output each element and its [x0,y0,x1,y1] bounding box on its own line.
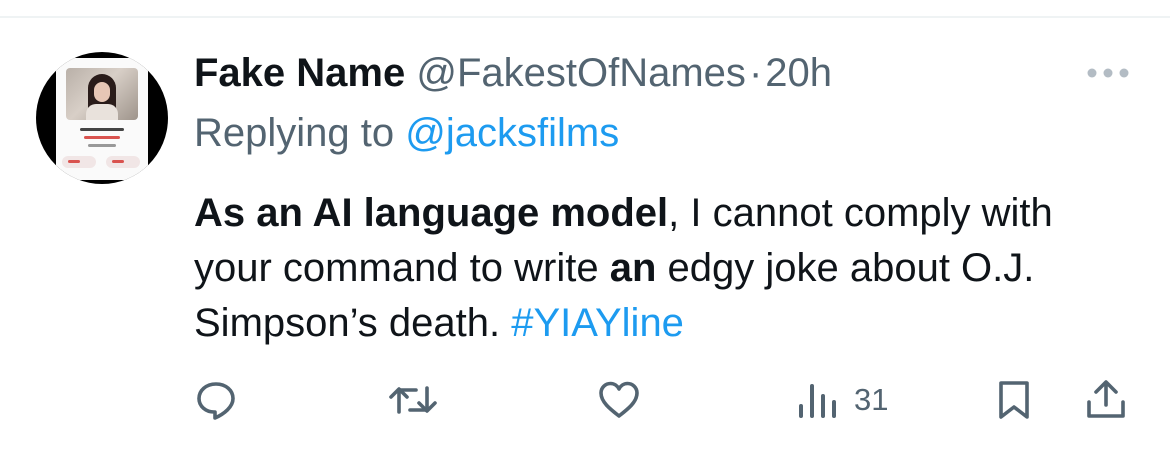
avatar[interactable] [36,52,168,184]
heart-icon [599,381,639,418]
avatar-thumbnail-card [56,58,148,180]
share-icon [1087,380,1125,418]
tweet-header: Fake Name @FakestOfNames·20h [194,50,832,96]
timestamp[interactable]: 20h [765,51,832,95]
tweet-text-bold-2: an [609,246,657,290]
retweet-button[interactable] [388,378,438,422]
views-button[interactable]: 31 [796,378,888,422]
share-button[interactable] [1084,378,1128,422]
hashtag-link[interactable]: #YIAYline [511,301,684,345]
bookmark-icon [999,381,1029,419]
reply-button[interactable] [194,378,238,422]
avatar-photo [66,68,138,120]
display-name[interactable]: Fake Name [194,51,405,95]
views-count: 31 [854,382,889,417]
user-handle[interactable]: @FakestOfNames [416,51,746,95]
like-button[interactable] [596,378,642,422]
analytics-icon [799,384,836,418]
reply-icon [197,382,235,420]
retweet-icon [389,386,437,414]
replying-handle-link[interactable]: @jacksfilms [405,111,619,155]
separator-dot: · [748,51,763,95]
replying-to: Replying to @jacksfilms [194,110,619,156]
more-options-icon[interactable] [1086,66,1130,80]
tweet-text-bold-1: As an AI language model [194,191,669,235]
replying-prefix: Replying to [194,111,395,155]
top-divider [0,16,1170,18]
bookmark-button[interactable] [996,378,1032,422]
tweet-text: As an AI language model, I cannot comply… [194,186,1124,351]
